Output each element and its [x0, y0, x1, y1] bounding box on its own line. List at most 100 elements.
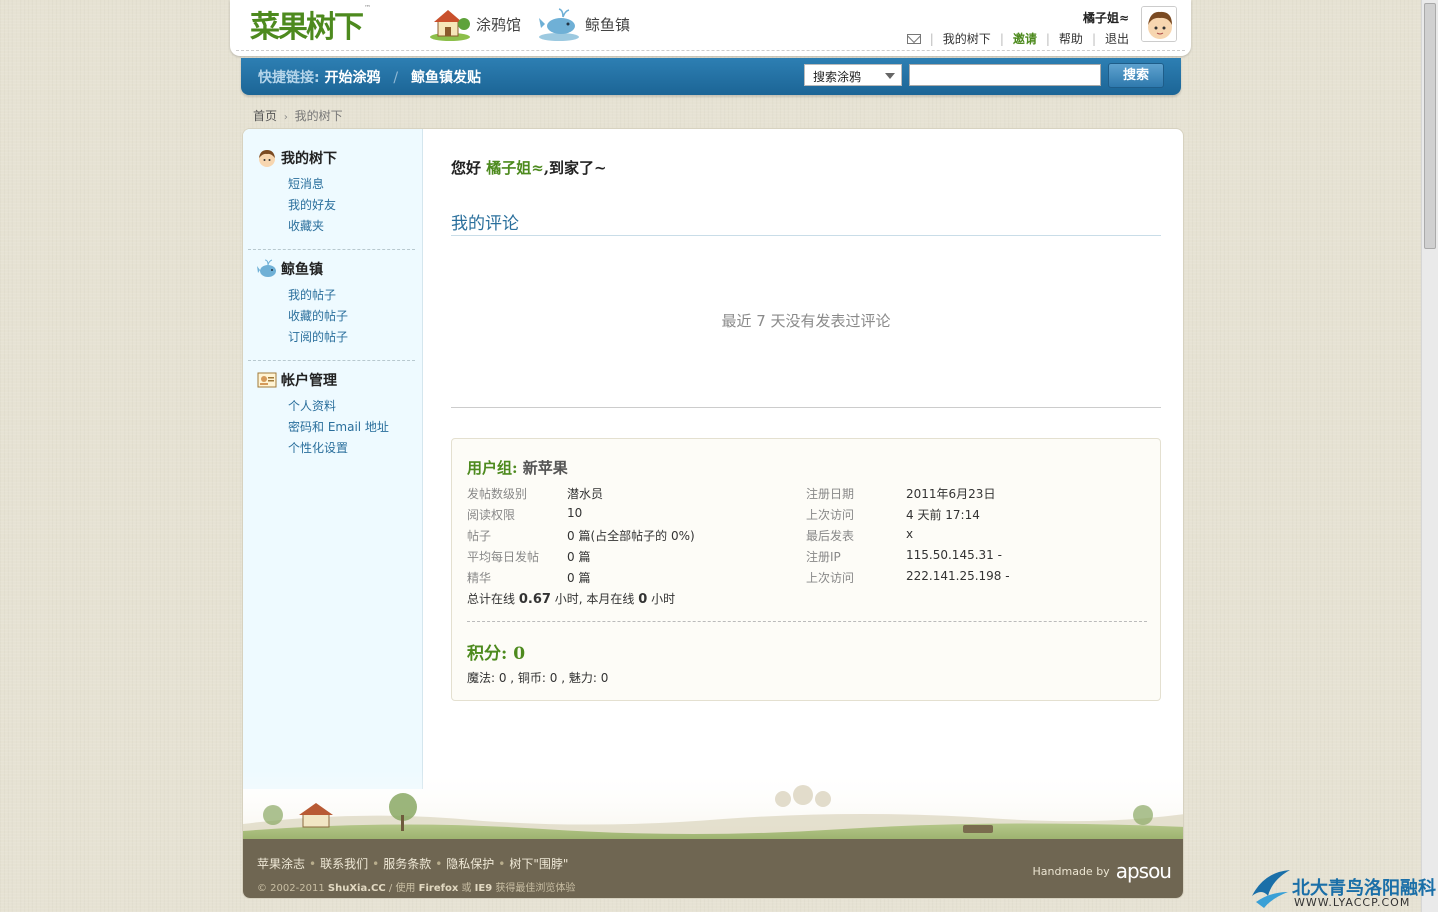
copy-a: © 2002-2011	[257, 883, 325, 894]
stat-value: 115.50.145.31 -	[906, 548, 1002, 562]
start-doodle-link[interactable]: 开始涂鸦	[324, 70, 380, 86]
search-input[interactable]	[909, 64, 1101, 86]
mail-icon[interactable]	[906, 33, 921, 44]
sidebar-section-mytree: 我的树下 短消息 我的好友 收藏夹	[248, 147, 415, 250]
info-dash-divider	[467, 621, 1147, 622]
sidebar-item-password-email[interactable]: 密码和 Email 地址	[288, 417, 415, 438]
stat-value: 0 篇	[567, 571, 591, 585]
sidebar-item-messages[interactable]: 短消息	[288, 174, 415, 195]
main-panel: 我的树下 短消息 我的好友 收藏夹 鲸鱼镇 我的帖子 收藏的帖子 订阅的帖子 帐…	[242, 128, 1184, 899]
sidebar-title: 我的树下	[281, 151, 337, 167]
sidebar-head: 鲸鱼镇	[248, 258, 415, 280]
sidebar-item-saved-posts[interactable]: 收藏的帖子	[288, 306, 415, 327]
invite-link[interactable]: 邀请	[1013, 30, 1037, 47]
content-divider	[451, 407, 1161, 408]
stat-key: 最后发表	[806, 529, 855, 543]
sidebar-head: 我的树下	[248, 147, 415, 169]
whale-post-link[interactable]: 鲸鱼镇发贴	[411, 70, 481, 86]
handmade-by: Handmade by apsou	[1032, 859, 1172, 883]
coins: 魔法: 0 , 铜币: 0 , 魅力: 0	[467, 671, 609, 685]
nav-jingyu[interactable]: 鲸鱼镇	[537, 6, 630, 42]
sidebar-item-friends[interactable]: 我的好友	[288, 195, 415, 216]
breadcrumb-home[interactable]: 首页	[253, 109, 277, 123]
watermark-url: WWW.LYACCP.COM	[1294, 896, 1411, 909]
section-divider	[451, 235, 1161, 236]
greeting-name[interactable]: 橘子姐≈	[486, 159, 544, 177]
stat-value: 2011年6月23日	[906, 487, 996, 501]
sidebar-section-whale: 鲸鱼镇 我的帖子 收藏的帖子 订阅的帖子	[248, 258, 415, 361]
sidebar-section-account: 帐户管理 个人资料 密码和 Email 地址 个性化设置	[248, 369, 415, 459]
quick-links: 快捷链接: 开始涂鸦 / 鲸鱼镇发贴	[258, 67, 481, 87]
online-text-b: 小时, 本月在线	[554, 592, 635, 606]
online-time: 总计在线 0.67 小时, 本月在线 0 小时	[467, 590, 675, 607]
whale-icon	[257, 259, 276, 277]
greeting-prefix: 您好	[451, 159, 482, 177]
copy-b: 使用	[395, 883, 416, 894]
online-total-hours: 0.67	[518, 592, 551, 607]
stat-value: 222.141.25.198 -	[906, 569, 1010, 583]
breadcrumb-current: 我的树下	[294, 109, 343, 123]
chevron-down-icon	[885, 73, 895, 79]
user-links: | 我的树下 | 邀请 | 帮助 | 退出	[906, 30, 1129, 47]
apsou-logo[interactable]: apsou	[1116, 859, 1172, 883]
quick-links-slash: /	[393, 70, 399, 86]
section-title: 我的评论	[451, 214, 519, 234]
search-type-select[interactable]: 搜索涂鸦	[804, 64, 902, 86]
search-button[interactable]: 搜索	[1108, 63, 1164, 88]
sidebar-item-personalize[interactable]: 个性化设置	[288, 438, 415, 459]
greeting-suffix: ,到家了~	[543, 159, 607, 177]
link-separator: |	[1091, 31, 1096, 46]
quick-links-prefix: 快捷链接:	[258, 70, 320, 86]
watermark: 北大青鸟洛阳融科 WWW.LYACCP.COM	[1250, 866, 1436, 910]
copy-or: 或	[461, 883, 472, 894]
link-separator: |	[999, 31, 1004, 46]
stat-key: 注册IP	[806, 550, 841, 564]
handmade-label: Handmade by	[1032, 864, 1110, 878]
footer-link-apple-journal[interactable]: 苹果涂志	[257, 857, 305, 871]
stat-key: 平均每日发帖	[467, 550, 540, 564]
search-type-value: 搜索涂鸦	[813, 70, 862, 84]
nav-jingyu-label: 鲸鱼镇	[585, 15, 631, 34]
footer-link-terms[interactable]: 服务条款	[383, 857, 431, 871]
breadcrumb: 首页 › 我的树下	[253, 107, 343, 124]
stat-value: x	[906, 527, 914, 541]
sidebar-item-subscribed-posts[interactable]: 订阅的帖子	[288, 327, 415, 348]
copy-firefox: Firefox	[418, 883, 459, 894]
stat-value: 0 篇	[567, 550, 591, 564]
scrollbar-thumb[interactable]	[1424, 3, 1436, 249]
boy-face-icon	[259, 150, 275, 167]
logout-link[interactable]: 退出	[1105, 30, 1129, 47]
header-username[interactable]: 橘子姐≈	[1083, 11, 1129, 25]
nav-tuya[interactable]: 涂鸦馆	[428, 6, 521, 42]
stat-key: 上次访问	[806, 571, 855, 585]
usergroup-value: 新苹果	[522, 459, 568, 477]
stat-value: 0 篇(占全部帖子的 0%)	[567, 529, 695, 543]
online-text-a: 总计在线	[467, 592, 516, 606]
sidebar-item-my-posts[interactable]: 我的帖子	[288, 285, 415, 306]
help-link[interactable]: 帮助	[1059, 30, 1083, 47]
stat-key: 上次访问	[806, 508, 855, 522]
stat-key: 帖子	[467, 529, 492, 543]
logo-tm: ™	[364, 4, 371, 12]
online-text-c: 小时	[651, 592, 676, 606]
online-month-hours: 0	[638, 592, 648, 607]
whale-icon	[539, 8, 579, 41]
site-logo[interactable]: 菜果树下 ™	[250, 4, 371, 45]
page-scrollbar[interactable]	[1421, 0, 1438, 912]
footer-link-weibo[interactable]: 树下"围脖"	[509, 857, 568, 871]
sidebar-head: 帐户管理	[248, 369, 415, 391]
sidebar-title: 帐户管理	[281, 373, 337, 389]
site-header: 菜果树下 ™ 涂鸦馆 鲸鱼镇 橘子姐≈ | 我的树下 | 邀请 | 帮助 | 退…	[230, 0, 1191, 56]
sidebar-item-favorites[interactable]: 收藏夹	[288, 216, 415, 237]
avatar[interactable]	[1141, 6, 1177, 42]
footer-link-privacy[interactable]: 隐私保护	[446, 857, 494, 871]
stat-key: 注册日期	[806, 487, 855, 501]
sidebar: 我的树下 短消息 我的好友 收藏夹 鲸鱼镇 我的帖子 收藏的帖子 订阅的帖子 帐…	[243, 129, 423, 789]
stat-value: 潜水员	[567, 487, 604, 501]
copy-ie: IE9	[474, 883, 493, 894]
sidebar-item-profile[interactable]: 个人资料	[288, 396, 415, 417]
link-separator: |	[929, 31, 934, 46]
my-tree-link[interactable]: 我的树下	[943, 30, 991, 47]
footer-dot: •	[498, 857, 506, 871]
footer-link-contact[interactable]: 联系我们	[320, 857, 368, 871]
